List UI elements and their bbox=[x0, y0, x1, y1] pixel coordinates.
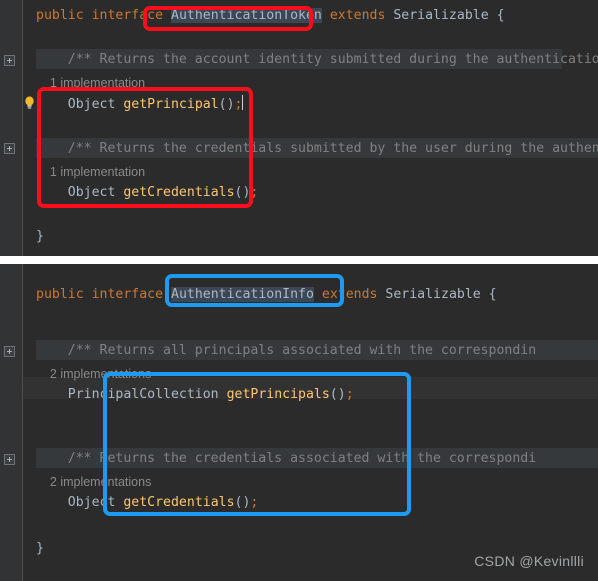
token-parens: () bbox=[234, 495, 251, 510]
screenshot-root: public interface AuthenticationToken ext… bbox=[0, 0, 598, 581]
token-semicolon: ; bbox=[250, 185, 259, 200]
token-parens: () bbox=[234, 185, 251, 200]
token-keyword: public bbox=[36, 8, 84, 23]
editor-gutter[interactable] bbox=[0, 0, 22, 256]
code-line-comment[interactable]: /** Returns all principals associated wi… bbox=[36, 340, 598, 362]
token-closing-brace: } bbox=[36, 541, 44, 556]
code-line-hint[interactable]: 1 implementation bbox=[36, 72, 598, 94]
token-semicolon: ; bbox=[250, 495, 259, 510]
watermark-text: CSDN @Kevinllli bbox=[474, 553, 584, 569]
implementations-hint[interactable]: 2 implementations bbox=[36, 367, 151, 381]
editor-gutter[interactable] bbox=[0, 264, 22, 581]
editor-panel-authentication-info[interactable]: public interface AuthenticationInfo exte… bbox=[0, 264, 598, 581]
javadoc-comment: /** Returns all principals associated wi… bbox=[36, 343, 537, 358]
code-line-comment[interactable]: /** Returns the credentials associated w… bbox=[36, 448, 598, 470]
code-line[interactable]: Object getCredentials(); bbox=[36, 182, 598, 204]
implementations-hint[interactable]: 2 implementations bbox=[36, 475, 151, 489]
code-line[interactable]: PrincipalCollection getPrincipals(); bbox=[36, 384, 598, 406]
token-semicolon: ; bbox=[234, 97, 243, 112]
token-semicolon: ; bbox=[345, 387, 354, 402]
code-line-hint[interactable]: 2 implementations bbox=[36, 471, 598, 493]
javadoc-comment: /** Returns the credentials associated w… bbox=[36, 451, 537, 466]
javadoc-comment: /** Returns the credentials submitted by… bbox=[36, 141, 598, 156]
token-parens: () bbox=[329, 387, 346, 402]
token-keyword: public bbox=[36, 287, 84, 302]
text-caret bbox=[242, 95, 244, 110]
code-line[interactable]: public interface AuthenticationToken ext… bbox=[36, 5, 598, 27]
fold-expand-icon[interactable] bbox=[4, 55, 15, 66]
code-line-comment[interactable]: /** Returns the account identity submitt… bbox=[36, 49, 598, 71]
token-method-name[interactable]: getCredentials bbox=[123, 495, 234, 510]
code-line-hint[interactable]: 2 implementations bbox=[36, 363, 598, 385]
code-area[interactable]: public interface AuthenticationToken ext… bbox=[36, 0, 598, 256]
token-return-type: Object bbox=[67, 185, 116, 200]
editor-panel-authentication-token[interactable]: public interface AuthenticationToken ext… bbox=[0, 0, 598, 256]
javadoc-comment: /** Returns the account identity submitt… bbox=[36, 52, 598, 67]
code-area[interactable]: public interface AuthenticationInfo exte… bbox=[36, 264, 598, 581]
implementations-hint[interactable]: 1 implementation bbox=[36, 76, 145, 90]
token-interface-name[interactable]: AuthenticationInfo bbox=[171, 287, 314, 302]
token-supertype: Serializable bbox=[385, 287, 481, 302]
token-interface-name[interactable]: AuthenticationToken bbox=[171, 8, 322, 23]
gutter-divider bbox=[22, 264, 23, 581]
fold-expand-icon[interactable] bbox=[4, 346, 15, 357]
token-method-name[interactable]: getPrincipals bbox=[227, 387, 330, 402]
code-line[interactable]: public interface AuthenticationInfo exte… bbox=[36, 284, 598, 306]
token-parens: () bbox=[218, 97, 235, 112]
token-return-type: PrincipalCollection bbox=[67, 387, 219, 402]
code-line[interactable]: } bbox=[36, 226, 598, 248]
lightbulb-icon[interactable] bbox=[22, 95, 36, 111]
token-return-type: Object bbox=[67, 97, 116, 112]
implementations-hint[interactable]: 1 implementation bbox=[36, 165, 145, 179]
token-return-type: Object bbox=[67, 495, 116, 510]
token-closing-brace: } bbox=[36, 229, 44, 244]
code-line-hint[interactable]: 1 implementation bbox=[36, 161, 598, 183]
token-brace: { bbox=[488, 287, 497, 302]
token-brace: { bbox=[496, 8, 505, 23]
token-keyword: extends bbox=[321, 287, 378, 302]
token-method-name[interactable]: getPrincipal bbox=[123, 97, 218, 112]
token-supertype: Serializable bbox=[393, 8, 489, 23]
token-method-name[interactable]: getCredentials bbox=[123, 185, 234, 200]
token-keyword: interface bbox=[91, 8, 164, 23]
token-keyword: extends bbox=[329, 8, 386, 23]
code-line[interactable]: Object getPrincipal(); bbox=[36, 94, 598, 116]
code-line[interactable]: Object getCredentials(); bbox=[36, 492, 598, 514]
fold-expand-icon[interactable] bbox=[4, 454, 15, 465]
gutter-divider bbox=[22, 0, 23, 256]
fold-expand-icon[interactable] bbox=[4, 143, 15, 154]
token-keyword: interface bbox=[91, 287, 164, 302]
code-line-comment[interactable]: /** Returns the credentials submitted by… bbox=[36, 138, 598, 160]
